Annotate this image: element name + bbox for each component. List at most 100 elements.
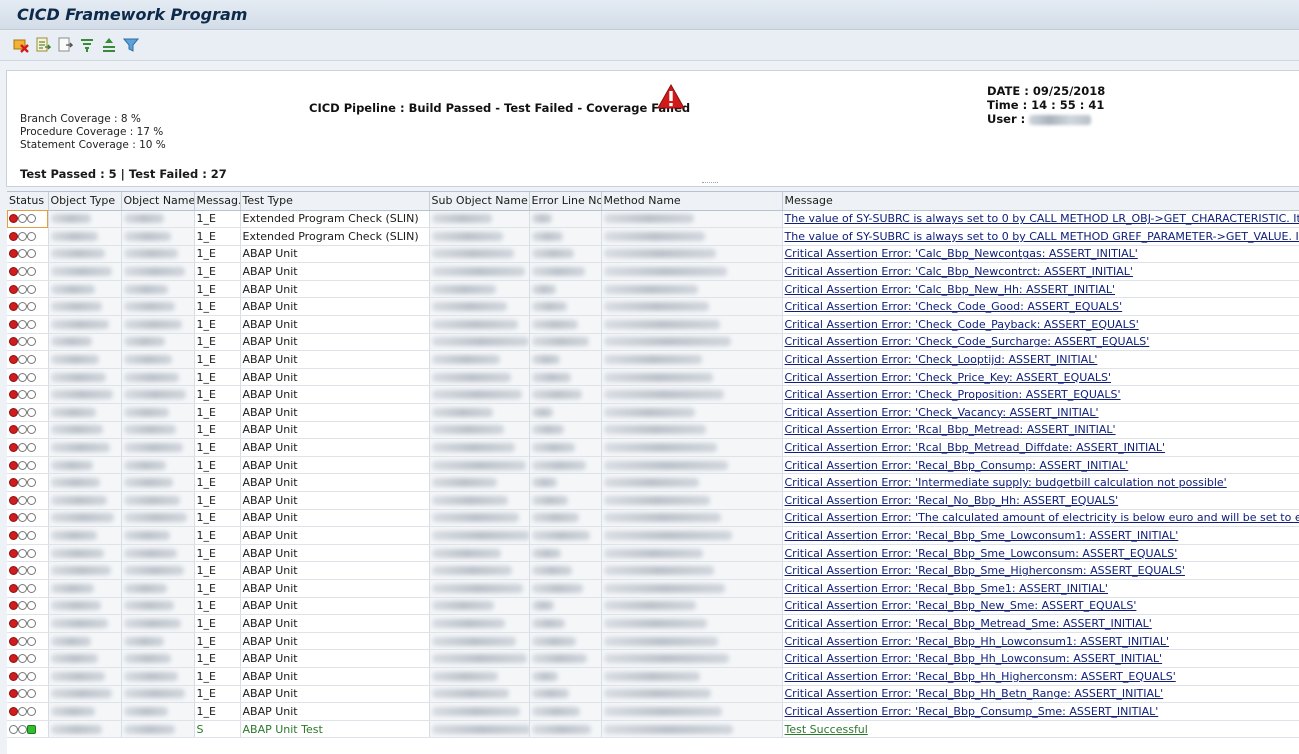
status-cell[interactable] bbox=[7, 333, 49, 352]
message-link[interactable]: Critical Assertion Error: 'Check_Looptij… bbox=[785, 353, 1098, 366]
message-link[interactable]: Critical Assertion Error: 'Recal_Bbp_Con… bbox=[785, 459, 1129, 472]
message-link[interactable]: Critical Assertion Error: 'Recal_Bbp_Hh_… bbox=[785, 687, 1164, 700]
table-row[interactable]: 1_E ABAP Unit Critical Assertion Error: 'R… bbox=[7, 526, 1299, 545]
message-link[interactable]: Critical Assertion Error: 'Recal_Bbp_Con… bbox=[785, 705, 1159, 718]
message-cell[interactable]: Critical Assertion Error: 'Intermediate … bbox=[782, 473, 1299, 492]
status-cell[interactable] bbox=[7, 702, 49, 721]
status-cell[interactable] bbox=[7, 544, 49, 563]
status-cell[interactable] bbox=[7, 262, 49, 281]
status-cell[interactable] bbox=[7, 280, 49, 299]
status-cell[interactable] bbox=[7, 350, 49, 369]
table-row[interactable]: 1_E ABAP Unit Critical Assertion Error: 'C… bbox=[7, 403, 1299, 422]
table-row[interactable]: 1_E ABAP Unit Critical Assertion Error: 'R… bbox=[7, 597, 1299, 616]
export-alt-icon[interactable] bbox=[57, 37, 73, 53]
sort-icon[interactable] bbox=[101, 37, 117, 53]
status-cell[interactable] bbox=[7, 385, 49, 405]
message-cell[interactable]: Critical Assertion Error: 'Check_Code_Su… bbox=[782, 333, 1299, 352]
table-row[interactable]: 1_E ABAP Unit Critical Assertion Error: 'C… bbox=[7, 280, 1299, 299]
message-cell[interactable]: Critical Assertion Error: 'Recal_Bbp_Hh_… bbox=[782, 632, 1299, 651]
message-cell[interactable]: Critical Assertion Error: 'Check_Proposi… bbox=[782, 385, 1299, 405]
message-cell[interactable]: Critical Assertion Error: 'Recal_Bbp_Sme… bbox=[782, 544, 1299, 563]
table-row[interactable]: 1_E ABAP Unit Critical Assertion Error: 'C… bbox=[7, 245, 1299, 264]
status-cell[interactable] bbox=[7, 473, 49, 492]
message-cell[interactable]: Critical Assertion Error: 'Check_Vacancy… bbox=[782, 403, 1299, 422]
message-link[interactable]: Critical Assertion Error: 'Check_Code_Go… bbox=[785, 300, 1123, 313]
message-cell[interactable]: Critical Assertion Error: 'Recal_Bbp_Sme… bbox=[782, 579, 1299, 598]
delete-icon[interactable] bbox=[13, 37, 29, 53]
table-row[interactable]: 1_E ABAP Unit Critical Assertion Error: 'R… bbox=[7, 632, 1299, 651]
message-link[interactable]: The value of SY-SUBRC is always set to 0… bbox=[785, 230, 1299, 243]
table-row[interactable]: 1_E ABAP Unit Critical Assertion Error: 'R… bbox=[7, 649, 1299, 668]
message-cell[interactable]: Critical Assertion Error: 'Calc_Bbp_Newc… bbox=[782, 262, 1299, 281]
col-sub-object-name[interactable]: Sub Object Name bbox=[429, 192, 530, 211]
table-row[interactable]: 1_E ABAP Unit Critical Assertion Error: 'R… bbox=[7, 561, 1299, 580]
message-link[interactable]: Critical Assertion Error: 'Rcal_Bbp_Metr… bbox=[785, 423, 1116, 436]
results-grid[interactable]: Status Object Type Object Name Messag...… bbox=[7, 191, 1299, 754]
status-cell[interactable] bbox=[7, 667, 49, 686]
message-cell[interactable]: Critical Assertion Error: 'Check_Price_K… bbox=[782, 368, 1299, 387]
message-link[interactable]: Critical Assertion Error: 'Check_Proposi… bbox=[785, 388, 1121, 401]
message-link[interactable]: Critical Assertion Error: 'Recal_Bbp_Hh_… bbox=[785, 635, 1170, 648]
message-cell[interactable]: Critical Assertion Error: 'Recal_Bbp_Hh_… bbox=[782, 667, 1299, 686]
status-cell[interactable] bbox=[7, 720, 49, 739]
status-cell[interactable] bbox=[7, 315, 49, 334]
message-link[interactable]: The value of SY-SUBRC is always set to 0… bbox=[785, 212, 1299, 225]
table-row[interactable]: 1_E ABAP Unit Critical Assertion Error: 'C… bbox=[7, 333, 1299, 352]
table-row[interactable]: 1_E ABAP Unit Critical Assertion Error: 'C… bbox=[7, 262, 1299, 281]
message-link[interactable]: Critical Assertion Error: 'Intermediate … bbox=[785, 476, 1227, 489]
table-row[interactable]: 1_E ABAP Unit Critical Assertion Error: 'C… bbox=[7, 368, 1299, 387]
message-cell[interactable]: Critical Assertion Error: 'Recal_Bbp_Hh_… bbox=[782, 649, 1299, 668]
table-row[interactable]: 1_E ABAP Unit Critical Assertion Error: 'C… bbox=[7, 385, 1299, 405]
message-link[interactable]: Critical Assertion Error: 'Recal_Bbp_Hh_… bbox=[785, 670, 1176, 683]
message-link[interactable]: Critical Assertion Error: 'Recal_No_Bbp_… bbox=[785, 494, 1119, 507]
filter-icon[interactable] bbox=[79, 37, 95, 53]
status-cell[interactable] bbox=[7, 509, 49, 528]
message-cell[interactable]: Critical Assertion Error: 'Recal_Bbp_Met… bbox=[782, 614, 1299, 633]
funnel-icon[interactable] bbox=[123, 37, 139, 53]
message-cell[interactable]: Critical Assertion Error: 'Recal_Bbp_New… bbox=[782, 597, 1299, 616]
message-cell[interactable]: Test Successful bbox=[782, 720, 1299, 739]
table-row[interactable]: 1_E ABAP Unit Critical Assertion Error: 'R… bbox=[7, 456, 1299, 475]
col-method-name[interactable]: Method Name bbox=[601, 192, 783, 211]
col-error-line-no[interactable]: Error Line No bbox=[529, 192, 602, 211]
table-row[interactable]: 1_E ABAP Unit Critical Assertion Error: 'R… bbox=[7, 685, 1299, 704]
status-cell[interactable] bbox=[7, 210, 49, 229]
message-cell[interactable]: Critical Assertion Error: 'Rcal_Bbp_Metr… bbox=[782, 421, 1299, 440]
message-link[interactable]: Critical Assertion Error: 'Check_Vacancy… bbox=[785, 406, 1099, 419]
message-cell[interactable]: Critical Assertion Error: 'The calculate… bbox=[782, 509, 1299, 528]
export-icon[interactable] bbox=[35, 37, 51, 53]
message-link[interactable]: Critical Assertion Error: 'Calc_Bbp_New_… bbox=[785, 283, 1116, 296]
status-cell[interactable] bbox=[7, 227, 49, 246]
table-row[interactable]: 1_E Extended Program Check (SLIN) The valu… bbox=[7, 227, 1299, 246]
message-link[interactable]: Critical Assertion Error: 'The calculate… bbox=[785, 511, 1299, 524]
status-cell[interactable] bbox=[7, 245, 49, 264]
message-cell[interactable]: Critical Assertion Error: 'Calc_Bbp_Newc… bbox=[782, 245, 1299, 264]
message-cell[interactable]: Critical Assertion Error: 'Check_Code_Go… bbox=[782, 297, 1299, 317]
message-cell[interactable]: Critical Assertion Error: 'Recal_Bbp_Con… bbox=[782, 702, 1299, 721]
table-row[interactable]: 1_E ABAP Unit Critical Assertion Error: 'C… bbox=[7, 315, 1299, 334]
status-cell[interactable] bbox=[7, 368, 49, 387]
status-cell[interactable] bbox=[7, 297, 49, 317]
status-cell[interactable] bbox=[7, 597, 49, 616]
table-row[interactable]: 1_E ABAP Unit Critical Assertion Error: 'R… bbox=[7, 421, 1299, 440]
col-message[interactable]: Message bbox=[782, 192, 1299, 211]
table-row[interactable]: 1_E ABAP Unit Critical Assertion Error: 'R… bbox=[7, 544, 1299, 563]
table-row[interactable]: 1_E ABAP Unit Critical Assertion Error: 'C… bbox=[7, 297, 1299, 317]
message-cell[interactable]: Critical Assertion Error: 'Recal_No_Bbp_… bbox=[782, 491, 1299, 510]
table-row[interactable]: 1_E Extended Program Check (SLIN) The valu… bbox=[7, 210, 1299, 229]
message-cell[interactable]: The value of SY-SUBRC is always set to 0… bbox=[782, 227, 1299, 246]
message-cell[interactable]: Critical Assertion Error: 'Calc_Bbp_New_… bbox=[782, 280, 1299, 299]
table-row[interactable]: 1_E ABAP Unit Critical Assertion Error: 'C… bbox=[7, 350, 1299, 369]
status-cell[interactable] bbox=[7, 579, 49, 598]
status-cell[interactable] bbox=[7, 403, 49, 422]
col-message-type[interactable]: Messag... bbox=[194, 192, 241, 211]
message-link[interactable]: Critical Assertion Error: 'Calc_Bbp_Newc… bbox=[785, 247, 1138, 260]
col-object-type[interactable]: Object Type bbox=[48, 192, 122, 211]
message-link[interactable]: Critical Assertion Error: 'Recal_Bbp_Hh_… bbox=[785, 652, 1163, 665]
status-cell[interactable] bbox=[7, 685, 49, 704]
message-link[interactable]: Critical Assertion Error: 'Calc_Bbp_Newc… bbox=[785, 265, 1133, 278]
table-row[interactable]: S ABAP Unit Test Test Successful bbox=[7, 720, 1299, 739]
message-link[interactable]: Critical Assertion Error: 'Recal_Bbp_Sme… bbox=[785, 529, 1179, 542]
message-link[interactable]: Critical Assertion Error: 'Check_Price_K… bbox=[785, 371, 1112, 384]
table-row[interactable]: 1_E ABAP Unit Critical Assertion Error: 'R… bbox=[7, 667, 1299, 686]
